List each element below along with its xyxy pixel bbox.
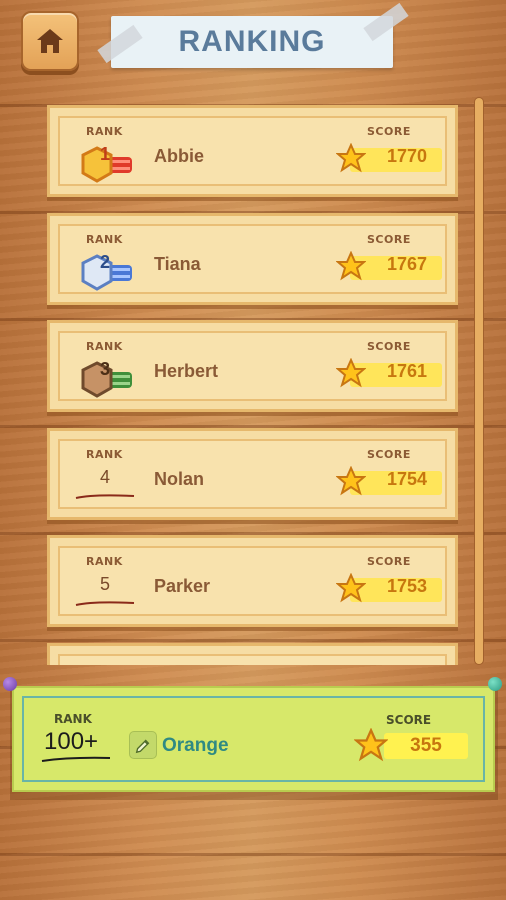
score-value: 1761 — [386, 361, 428, 381]
pin-icon — [488, 677, 502, 691]
my-score-label: SCORE — [386, 713, 432, 727]
pin-icon — [3, 677, 17, 691]
leaderboard-row: RANK 3 Herbert SCORE 1761 — [47, 320, 458, 412]
my-rank-label: RANK — [54, 712, 92, 726]
leaderboard-row: RANK 2 Tiana SCORE 1767 — [47, 213, 458, 305]
score-value: 1753 — [386, 576, 428, 596]
player-name: Herbert — [154, 361, 219, 381]
player-name: Abbie — [154, 146, 205, 166]
rank-label: RANK — [86, 340, 123, 353]
rank-underline — [75, 494, 135, 499]
scrollbar-thumb[interactable] — [475, 98, 483, 664]
leaderboard-row: RANK 1 Abbie SCORE 1770 — [47, 105, 458, 197]
home-icon — [37, 29, 63, 53]
rank-label: RANK — [86, 663, 123, 665]
score-label: SCORE — [367, 125, 411, 138]
rank-label: RANK — [86, 448, 123, 461]
pencil-icon — [135, 739, 150, 754]
player-name: Parker — [154, 576, 211, 596]
title-card: RANKING — [111, 16, 393, 68]
leaderboard-row: RANK 5 Parker SCORE 1753 — [47, 535, 458, 627]
player-name: Tiana — [154, 254, 201, 274]
star-icon — [336, 573, 366, 603]
rank-number: 1 — [99, 144, 110, 164]
home-button[interactable] — [21, 11, 79, 71]
rank-underline — [75, 601, 135, 606]
score-value: 1770 — [386, 146, 428, 166]
star-icon — [336, 251, 366, 281]
leaderboard-row: RANK SCORE — [47, 643, 458, 665]
score-label: SCORE — [367, 448, 411, 461]
page-title: RANKING — [178, 25, 326, 58]
rank-label: RANK — [86, 233, 123, 246]
my-rank-underline — [41, 756, 111, 762]
leaderboard-list[interactable]: RANK 1 Abbie SCORE 1770 RANK 2 Tiana SCO… — [0, 95, 506, 665]
rank-label: RANK — [86, 125, 123, 138]
leaderboard-row: RANK 4 Nolan SCORE 1754 — [47, 428, 458, 520]
score-label: SCORE — [367, 663, 411, 665]
score-label: SCORE — [367, 233, 411, 246]
star-icon — [336, 143, 366, 173]
score-label: SCORE — [367, 555, 411, 568]
star-icon — [336, 466, 366, 496]
score-value: 1767 — [386, 254, 428, 274]
score-value: 1754 — [386, 469, 428, 489]
my-score-value: 355 — [410, 735, 442, 756]
my-rank-value: 100+ — [44, 728, 99, 755]
edit-name-button[interactable] — [129, 731, 157, 759]
rank-number: 3 — [99, 359, 110, 379]
my-player-name: Orange — [162, 735, 229, 756]
rank-number: 2 — [99, 252, 110, 272]
rank-label: RANK — [86, 555, 123, 568]
star-icon — [354, 728, 388, 762]
player-name: Nolan — [154, 469, 205, 489]
star-icon — [336, 358, 366, 388]
score-label: SCORE — [367, 340, 411, 353]
rank-number: 5 — [99, 574, 110, 594]
rank-number: 4 — [99, 467, 110, 487]
